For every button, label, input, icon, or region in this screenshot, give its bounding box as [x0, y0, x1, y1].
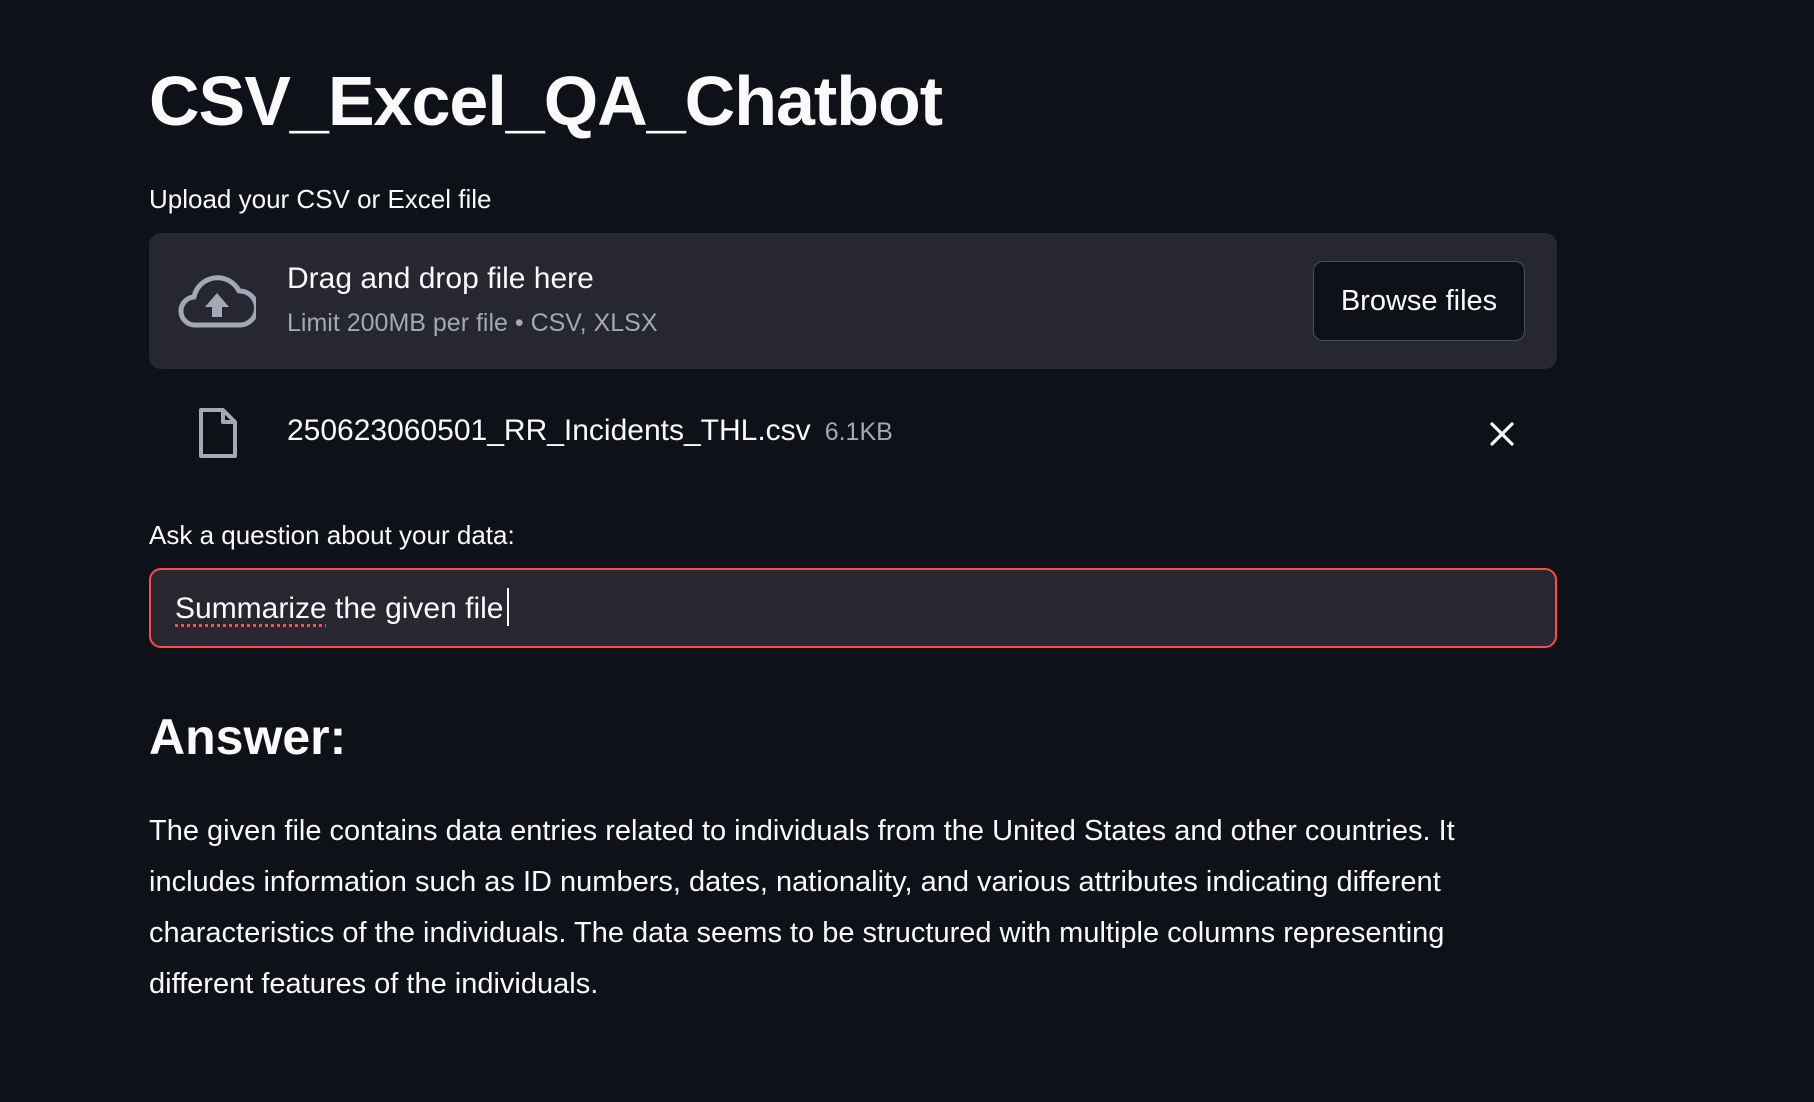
- page-title: CSV_Excel_QA_Chatbot: [149, 62, 943, 140]
- question-label: Ask a question about your data:: [149, 520, 515, 550]
- uploaded-file-size: 6.1KB: [824, 418, 893, 446]
- question-input[interactable]: [149, 568, 1557, 648]
- uploaded-file-name: 250623060501_RR_Incidents_THL.csv: [287, 414, 811, 447]
- dropzone-limit: Limit 200MB per file • CSV, XLSX: [287, 309, 658, 337]
- dropzone-instructions: Drag and drop file here: [287, 262, 594, 295]
- uploaded-file-info: 250623060501_RR_Incidents_THL.csv 6.1KB: [287, 411, 893, 452]
- dropzone-text: Drag and drop file here Limit 200MB per …: [287, 259, 658, 340]
- file-icon: [199, 408, 237, 458]
- close-icon[interactable]: [1485, 417, 1519, 451]
- answer-text: The given file contains data entries rel…: [149, 815, 1455, 1000]
- answer-heading: Answer:: [149, 709, 347, 765]
- uploaded-file-row: 250623060501_RR_Incidents_THL.csv 6.1KB: [149, 395, 1557, 469]
- browse-files-button[interactable]: Browse files: [1313, 261, 1525, 341]
- file-dropzone[interactable]: Drag and drop file here Limit 200MB per …: [149, 233, 1557, 369]
- upload-label: Upload your CSV or Excel file: [149, 184, 492, 214]
- cloud-upload-icon: [178, 275, 256, 328]
